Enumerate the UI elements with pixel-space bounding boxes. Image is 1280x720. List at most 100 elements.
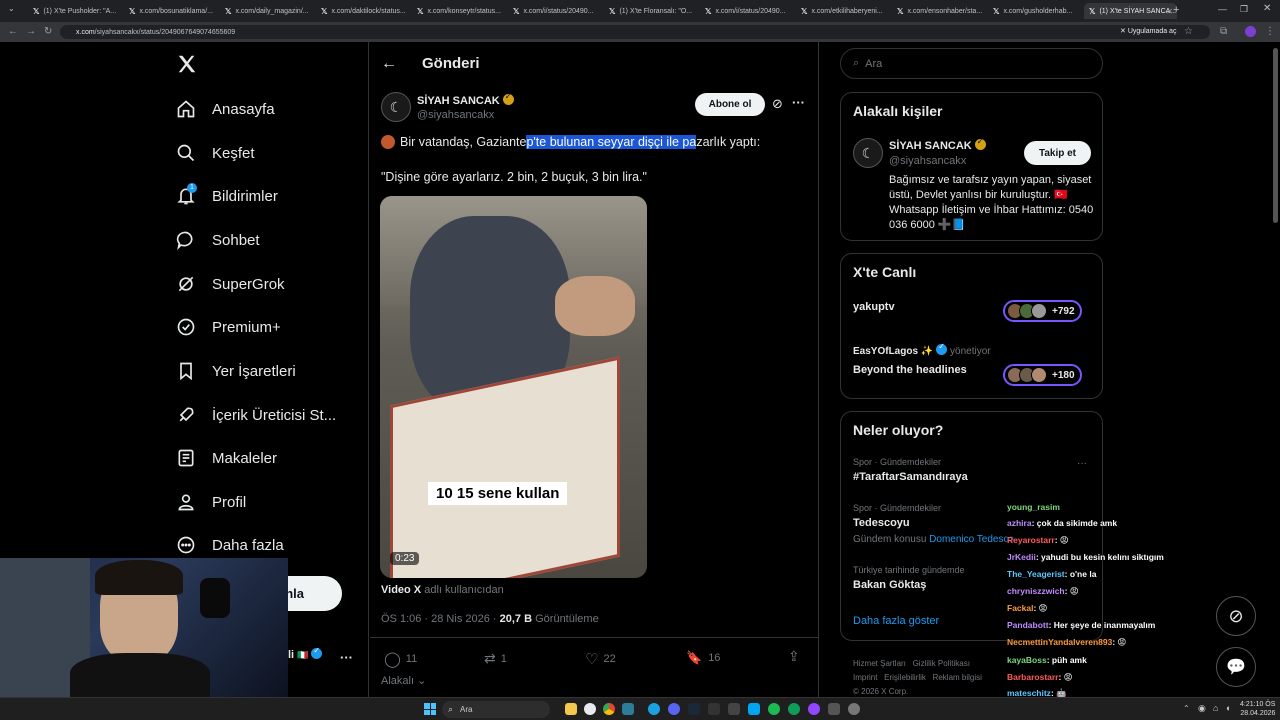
app-icon[interactable] (828, 703, 840, 715)
forward-icon[interactable]: → (26, 26, 36, 37)
app-icon[interactable] (808, 703, 820, 715)
browser-tab-active[interactable]: 𝕏 (1) X'te SİYAH SANCA... ✕ (1084, 3, 1177, 19)
bookmark-star-icon[interactable]: ☆ (1184, 26, 1193, 37)
live-space-pill[interactable]: +180 (1003, 364, 1082, 386)
nav-item-supergrok[interactable]: SuperGrok (176, 269, 285, 299)
minimize-icon[interactable]: — (1218, 4, 1227, 14)
author-name-row[interactable]: SİYAH SANCAK (417, 92, 514, 107)
trend-name[interactable]: Bakan Göktaş (853, 579, 926, 591)
nav-item-chat[interactable]: Sohbet (176, 225, 260, 255)
nav-item-notifications[interactable]: 1 Bildirimler (176, 181, 278, 211)
like-button[interactable]: ♡ 22 (585, 650, 616, 668)
windows-start-icon[interactable] (424, 703, 436, 715)
app-icon[interactable] (788, 703, 800, 715)
app-icon[interactable] (748, 703, 760, 715)
steam-icon[interactable] (688, 703, 700, 715)
footer-link[interactable]: Erişilebilirlik (884, 673, 926, 682)
back-arrow-icon[interactable]: ← (381, 55, 397, 73)
trend-context-link[interactable]: Domenico Tedesco (929, 534, 1014, 545)
app-icon[interactable] (584, 703, 596, 715)
app-icon[interactable] (622, 703, 634, 715)
search-input[interactable]: ⌕ Ara (840, 48, 1103, 79)
nav-item-bookmarks[interactable]: Yer İşaretleri (176, 356, 296, 386)
relevant-handle[interactable]: @siyahsancakx (889, 155, 966, 167)
grok-fab-icon[interactable]: ⊘ (1216, 596, 1256, 636)
new-tab-icon[interactable]: + (1173, 4, 1179, 16)
trend-more-icon[interactable]: ··· (1077, 458, 1087, 469)
bookmark-button[interactable]: 🔖 16 (686, 650, 720, 666)
browser-tab[interactable]: 𝕏x.com/konseytr/status... (412, 3, 505, 19)
subscribe-button[interactable]: Abone ol (695, 93, 765, 116)
video-source-name[interactable]: Video X (381, 584, 421, 596)
repost-button[interactable]: ⇄ 1 (484, 650, 507, 667)
nav-item-creator-studio[interactable]: İçerik Üreticisi St... (176, 400, 336, 430)
tray-chevron-icon[interactable]: ⌃ (1183, 704, 1190, 713)
message-fab-icon[interactable]: 💬 (1216, 647, 1256, 687)
browser-tab[interactable]: 𝕏x.com/etkilihaberyeni... (796, 3, 889, 19)
browser-tab[interactable]: 𝕏x.com/i/status/20490... (508, 3, 601, 19)
account-more-icon[interactable]: ··· (340, 650, 353, 665)
relevant-name-row[interactable]: SİYAH SANCAK (889, 137, 986, 152)
url-input[interactable]: x.com/siyahsancakx/status/20490676490746… (60, 25, 1210, 39)
x-logo-icon[interactable] (176, 53, 198, 75)
clock[interactable]: 4:21:10 ÖS 28.04.2026 (1240, 700, 1275, 718)
browser-tab[interactable]: 𝕏 (1) X'te Floransalı: "O... (604, 3, 697, 19)
author-avatar[interactable]: ☾ (853, 138, 883, 168)
author-avatar[interactable]: ☾ (381, 92, 411, 122)
discord-icon[interactable] (668, 703, 680, 715)
tab-search-icon[interactable]: ⌄ (8, 4, 15, 13)
post-timestamp[interactable]: ÖS 1:06 · 28 Nis 2026 · (381, 613, 500, 625)
footer-link[interactable]: Imprint (853, 673, 877, 682)
reply-button[interactable]: ◯ 11 (384, 650, 417, 668)
nav-item-more[interactable]: Daha fazla (176, 530, 284, 560)
trend-name[interactable]: Tedescoyu (853, 517, 910, 529)
trend-name[interactable]: #TaraftarSamandıraya (853, 471, 968, 483)
edge-icon[interactable] (648, 703, 660, 715)
browser-tab[interactable]: 𝕏x.com/bosunatiklama/... (124, 3, 217, 19)
window-close-icon[interactable]: ✕ (1263, 3, 1271, 14)
live-space-pill[interactable]: +792 (1003, 300, 1082, 322)
more-options-icon[interactable]: ··· (792, 95, 805, 110)
network-icon[interactable]: ⌂ (1213, 703, 1218, 713)
extensions-icon[interactable]: ⧉ (1220, 26, 1227, 37)
share-icon[interactable]: ⇪ (788, 648, 800, 665)
browser-tab[interactable]: 𝕏x.com/gusholderhab... (988, 3, 1081, 19)
live-host-row[interactable]: EasYOfLagos ✨ yönetiyor (853, 342, 991, 357)
obs-icon[interactable] (848, 703, 860, 715)
nav-item-home[interactable]: Anasayfa (176, 94, 275, 124)
close-icon[interactable]: ✕ (1166, 7, 1173, 16)
account-switcher[interactable]: li 🇮🇹 (288, 646, 323, 661)
volume-icon[interactable]: ◐ (1226, 703, 1231, 713)
video-player[interactable]: 10 15 sene kullan 0:23 (380, 196, 647, 578)
back-icon[interactable]: ← (8, 26, 18, 37)
browser-tab[interactable]: 𝕏x.com/ensonhaber/sta... (892, 3, 985, 19)
file-explorer-icon[interactable] (565, 703, 577, 715)
page-scrollbar[interactable] (1273, 48, 1278, 223)
nav-item-explore[interactable]: Keşfet (176, 138, 255, 168)
taskbar-search-input[interactable]: ⌕ Ara (442, 701, 550, 718)
reload-icon[interactable]: ↻ (44, 26, 52, 37)
maximize-icon[interactable]: ❐ (1240, 4, 1248, 15)
nav-item-premium[interactable]: Premium+ (176, 312, 281, 342)
browser-tab[interactable]: 𝕏 (1) X'te Pusholder: "A... (28, 3, 121, 19)
grok-icon[interactable]: ⊘ (772, 96, 783, 112)
browser-menu-icon[interactable]: ⋮ (1265, 26, 1275, 37)
live-host[interactable]: yakuptv (853, 301, 895, 313)
browser-tab[interactable]: 𝕏x.com/daily_magazin/... (220, 3, 313, 19)
follow-button[interactable]: Takip et (1024, 141, 1091, 165)
browser-tab[interactable]: 𝕏x.com/daktilock/status... (316, 3, 409, 19)
browser-tab[interactable]: 𝕏x.com/i/status/20490... (700, 3, 793, 19)
footer-link[interactable]: Hizmet Şartları (853, 659, 906, 668)
reply-audience-selector[interactable]: Alakalı ⌄ (381, 674, 426, 687)
tray-icon[interactable]: ◉ (1198, 703, 1206, 714)
footer-link[interactable]: Gizlilik Politikası (913, 659, 970, 668)
live-title[interactable]: Beyond the headlines (853, 364, 967, 376)
spotify-icon[interactable] (768, 703, 780, 715)
app-icon[interactable] (728, 703, 740, 715)
profile-avatar[interactable] (1245, 26, 1256, 37)
nav-item-profile[interactable]: Profil (176, 487, 246, 517)
footer-link[interactable]: Reklam bilgisi (933, 673, 982, 682)
chrome-icon[interactable] (603, 703, 615, 715)
author-handle[interactable]: @siyahsancakx (417, 109, 494, 121)
app-icon[interactable] (708, 703, 720, 715)
